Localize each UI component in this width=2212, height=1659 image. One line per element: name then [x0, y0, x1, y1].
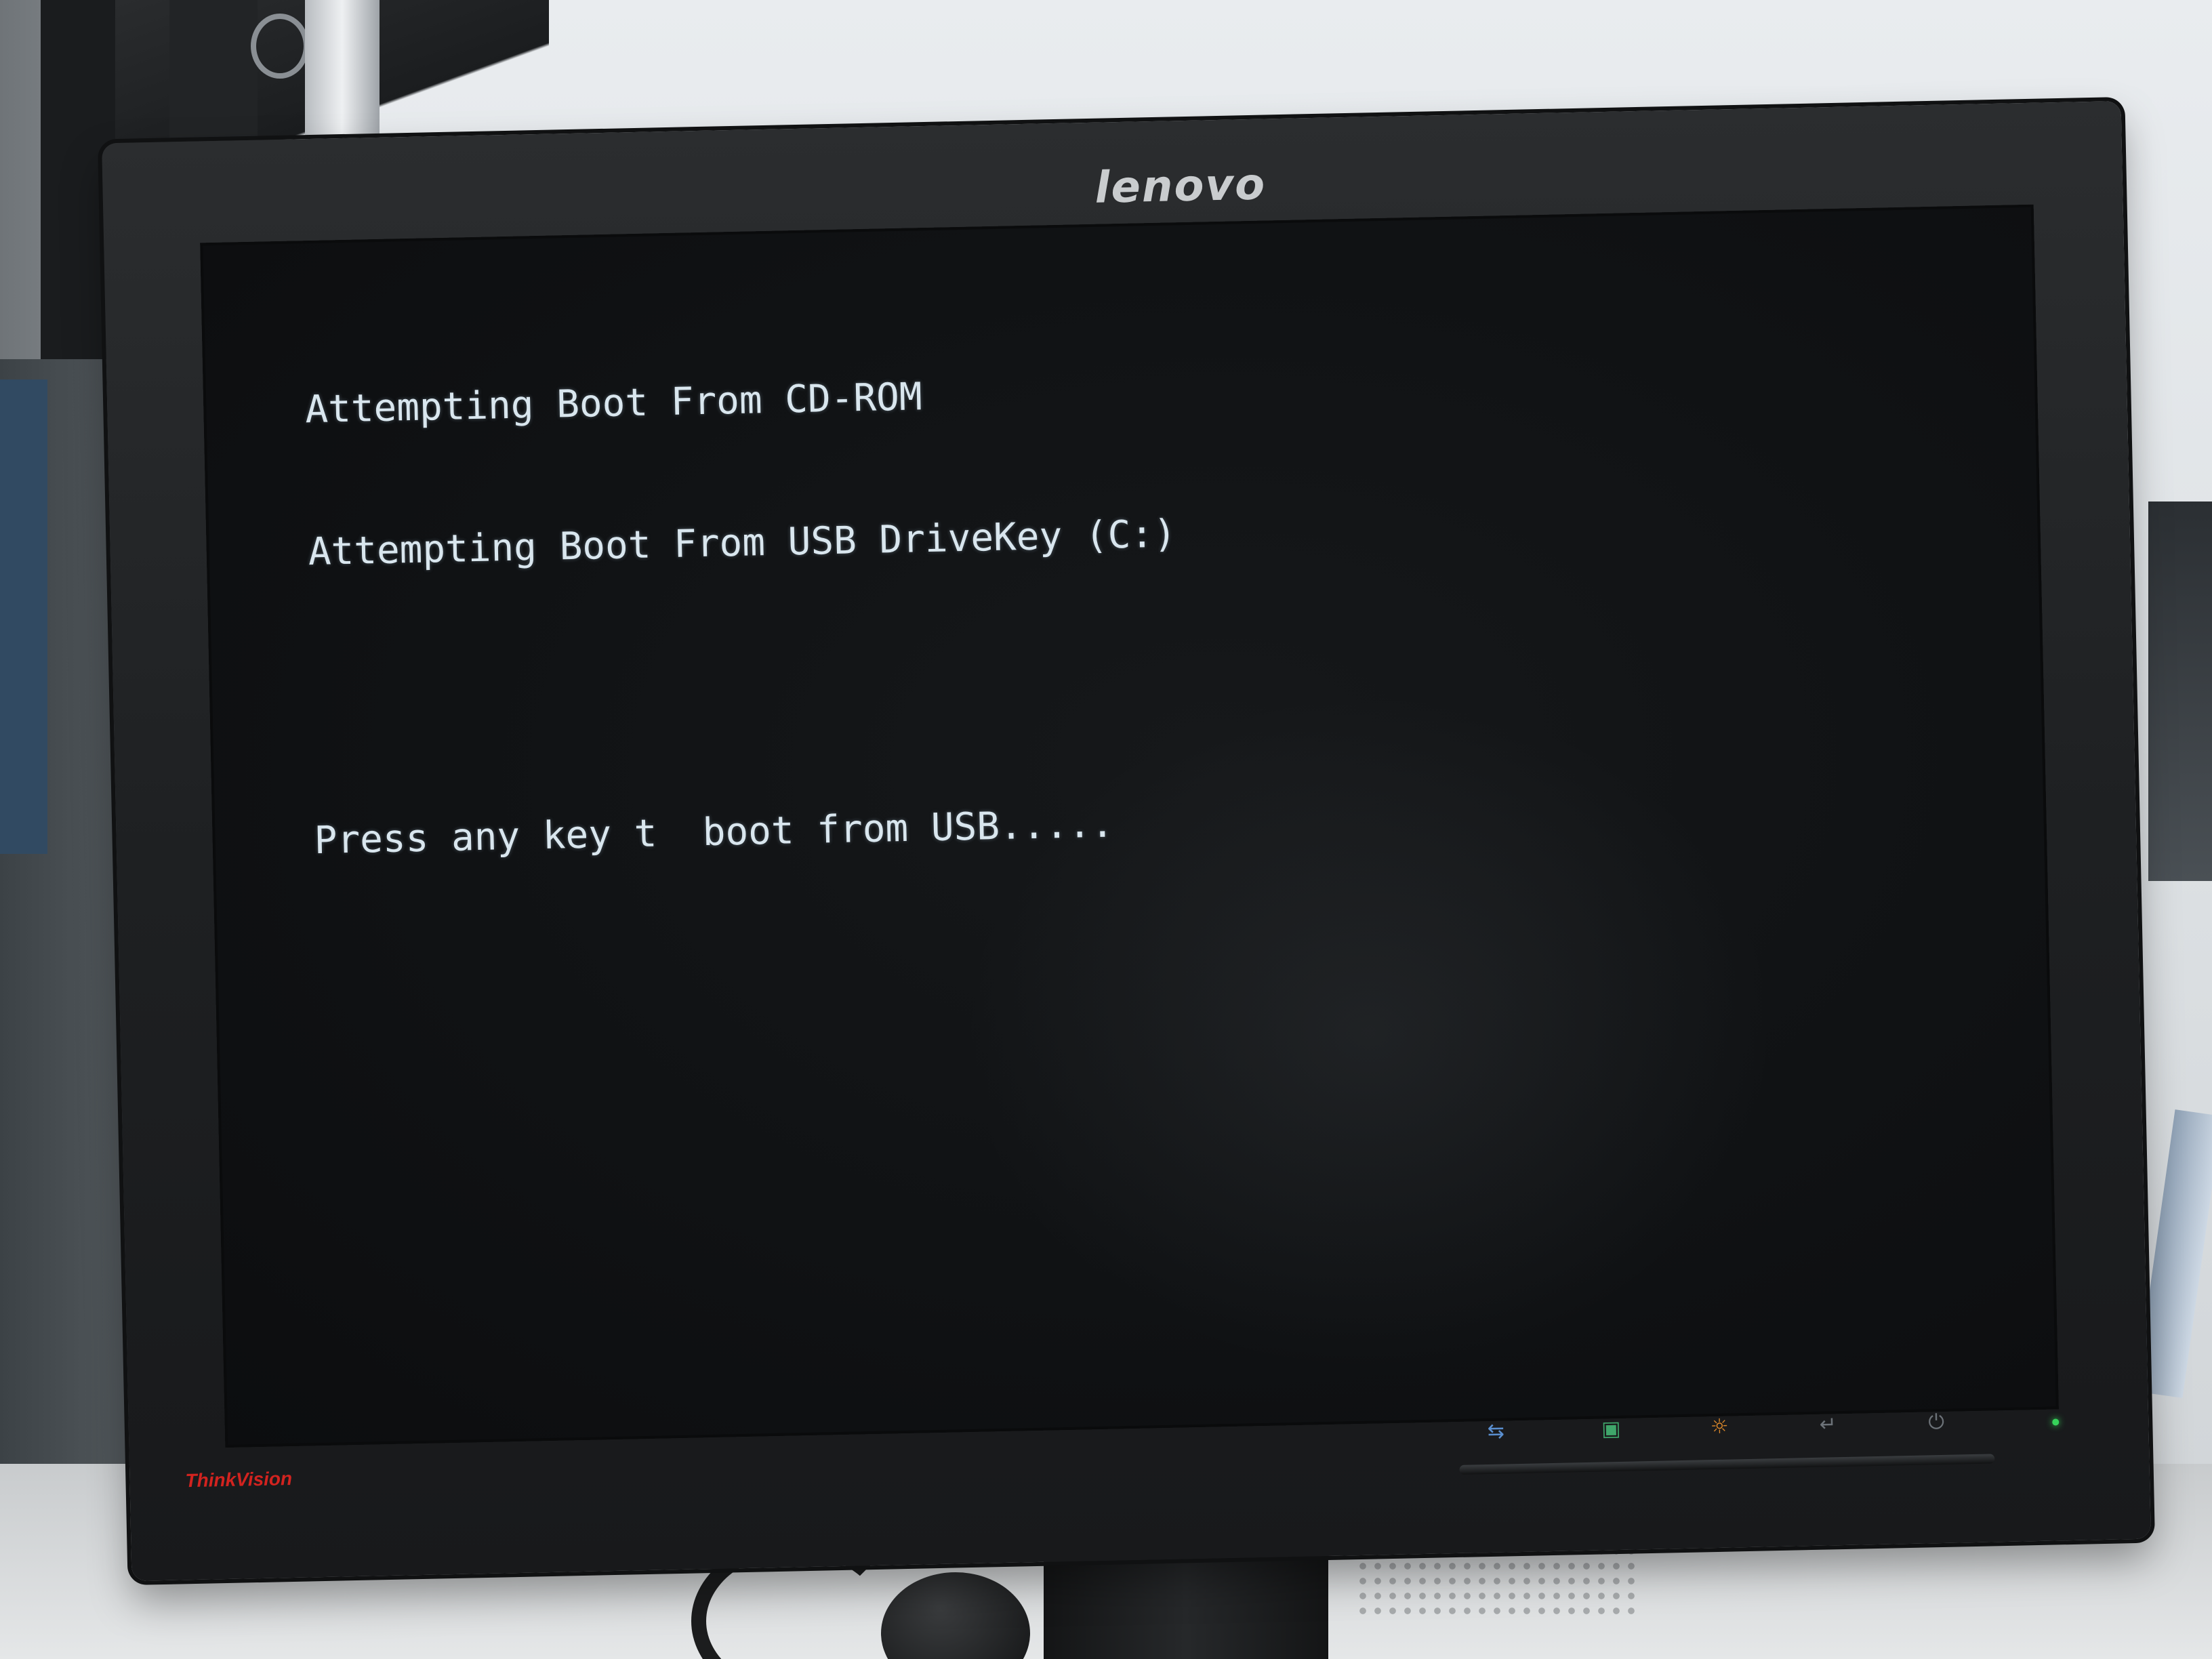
image-setup-icon[interactable]: ▣ — [1587, 1404, 1635, 1452]
monitor: lenovo Attempting Boot From CD-ROM Attem… — [102, 101, 2151, 1581]
power-led — [2052, 1418, 2060, 1426]
photo-scene: lenovo Attempting Boot From CD-ROM Attem… — [0, 0, 2212, 1659]
input-switch-icon[interactable]: ⇆ — [1472, 1407, 1520, 1455]
boot-prompt: Press any key t boot from USB..... — [314, 802, 1115, 863]
left-blue-panel — [0, 380, 47, 854]
brand-logo: lenovo — [1094, 159, 1267, 213]
boot-console: Attempting Boot From CD-ROM Attempting B… — [303, 273, 1185, 960]
right-equipment — [2148, 501, 2212, 881]
monitor-controls: ⇆ ▣ ☼ ↵ ⏻ — [1458, 1391, 2015, 1484]
boot-line-cdrom: Attempting Boot From CD-ROM — [304, 375, 923, 432]
control-button-rail[interactable] — [1459, 1454, 1995, 1475]
power-icon[interactable]: ⏻ — [1912, 1397, 1960, 1446]
shelf-ring-hook — [251, 14, 309, 79]
model-badge: ThinkVision — [185, 1467, 293, 1492]
boot-line-usb: Attempting Boot From USB DriveKey (C:) — [308, 512, 1177, 575]
monitor-screen: Attempting Boot From CD-ROM Attempting B… — [200, 204, 2059, 1448]
enter-icon[interactable]: ↵ — [1804, 1400, 1852, 1448]
brightness-icon[interactable]: ☼ — [1696, 1402, 1744, 1450]
